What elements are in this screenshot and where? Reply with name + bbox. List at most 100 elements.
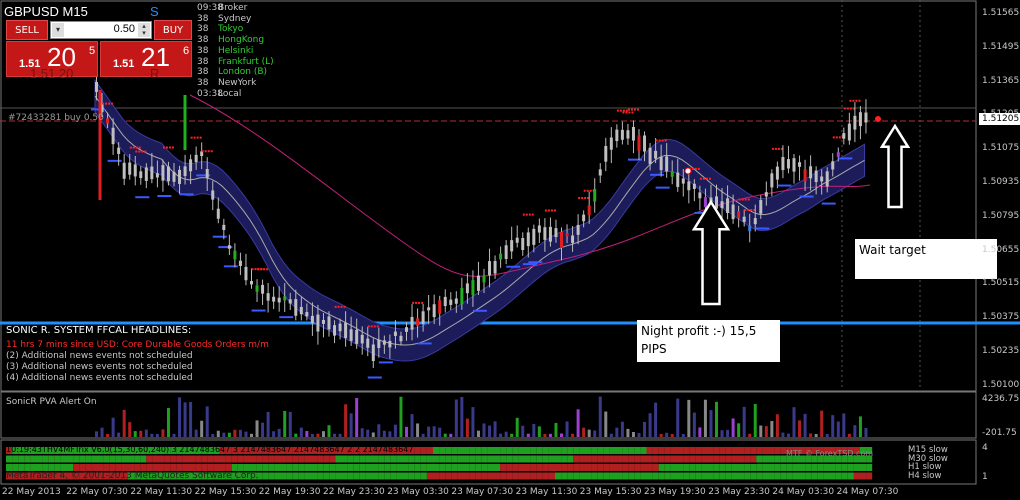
trix-cell — [439, 455, 446, 463]
volume-bar — [244, 431, 248, 437]
trix-cell — [500, 472, 507, 480]
trix-cell — [524, 472, 531, 480]
volume-bar — [393, 424, 397, 437]
volume-bar — [150, 433, 154, 437]
trix-cell — [835, 472, 842, 480]
trix-cell — [250, 455, 257, 463]
trix-cell — [329, 455, 336, 463]
trix-cell — [36, 455, 43, 463]
trix-cell — [646, 447, 653, 454]
session-name: Sydney — [218, 13, 252, 24]
trix-cell — [426, 472, 433, 480]
trix-cell — [201, 464, 208, 471]
candle-body — [593, 189, 597, 202]
candle-body — [366, 338, 370, 348]
trix-cell — [756, 472, 763, 480]
time-tick-label: 22 May 11:30 — [130, 487, 193, 497]
candle-body — [294, 299, 298, 316]
trix-cell — [616, 447, 623, 454]
candle-body — [355, 329, 359, 344]
trix-cell — [585, 447, 592, 454]
close-dropdown-icon[interactable]: ▾ — [52, 23, 64, 37]
trix-cell — [481, 455, 488, 463]
trix-cell — [616, 472, 623, 480]
trix-cell — [286, 472, 293, 480]
trix-cell — [134, 455, 141, 463]
trix-cell — [304, 464, 311, 471]
volume-bar — [853, 425, 857, 437]
trix-cell — [713, 455, 720, 463]
volume-bar — [587, 429, 591, 437]
trix-cell — [30, 455, 37, 463]
trix-cell — [426, 455, 433, 463]
volume-bar — [864, 427, 868, 437]
time-tick-label: 23 May 11:30 — [515, 487, 578, 497]
trix-cell — [494, 472, 501, 480]
trix-cell — [670, 455, 677, 463]
volume-bar — [742, 406, 746, 437]
volume-bar — [360, 428, 364, 437]
trix-cell — [652, 455, 659, 463]
trix-cell — [792, 464, 799, 471]
volume-bar — [399, 396, 403, 437]
trix-cell — [731, 447, 738, 454]
trix-cell — [677, 472, 684, 480]
trix-cell — [512, 472, 519, 480]
volume-bar — [737, 423, 741, 437]
trix-cell — [286, 464, 293, 471]
trix-cell — [469, 447, 476, 454]
time-tick-label: 22 May 23:30 — [323, 487, 385, 497]
trix-cell — [140, 464, 147, 471]
trix-cell — [609, 472, 616, 480]
candle-body — [731, 204, 735, 220]
trix-cell — [506, 472, 513, 480]
current-price-label: 1.51205 — [979, 113, 1020, 125]
buy-button[interactable]: BUY — [154, 20, 192, 40]
trix-cell — [634, 464, 641, 471]
trix-cell — [475, 464, 482, 471]
trix-cell — [426, 464, 433, 471]
candle-body — [698, 192, 702, 199]
candle-body — [327, 316, 331, 330]
candle-body — [565, 233, 569, 237]
volume-bar — [820, 410, 824, 437]
candle-body — [277, 297, 281, 303]
sell-button[interactable]: SELL — [6, 20, 48, 40]
candle-body — [560, 231, 563, 249]
trix-cell — [573, 447, 580, 454]
candle-body — [95, 81, 98, 92]
trix-cell — [18, 455, 25, 463]
trix-cell — [567, 447, 574, 454]
candle-body — [283, 296, 287, 301]
trix-cell — [585, 472, 592, 480]
candle-body — [847, 123, 851, 141]
lot-input[interactable]: ▾ 0.50 ▴ ▾ — [50, 21, 152, 39]
trix-cell — [402, 472, 409, 480]
volume-bar — [836, 421, 840, 437]
trix-cell — [201, 455, 208, 463]
price-tick-label: 1.50375 — [982, 312, 1020, 323]
spinner-icon[interactable]: ▴ ▾ — [138, 23, 150, 37]
trix-cell — [408, 472, 415, 480]
volume-bar — [681, 433, 685, 437]
volume-bar — [643, 421, 647, 437]
s-label: S — [150, 4, 159, 19]
candle-body — [183, 166, 187, 177]
candle-body — [537, 225, 541, 233]
trix-cell — [335, 472, 342, 480]
time-tick-label: 23 May 23:30 — [708, 487, 770, 497]
trix-cell — [24, 455, 31, 463]
trix-cell — [243, 464, 250, 471]
buy-price-button[interactable]: 1.51 21 6 — [100, 41, 192, 77]
trix-cell — [292, 455, 299, 463]
trix-cell — [518, 464, 525, 471]
volume-bar — [626, 428, 630, 437]
candle-body — [117, 147, 121, 154]
trix-cell — [841, 464, 848, 471]
trix-cell — [97, 455, 104, 463]
volume-bar — [106, 433, 110, 437]
volume-bar — [676, 398, 680, 437]
trix-cell — [475, 472, 482, 480]
trix-cell — [378, 472, 385, 480]
trix-cell — [207, 455, 214, 463]
